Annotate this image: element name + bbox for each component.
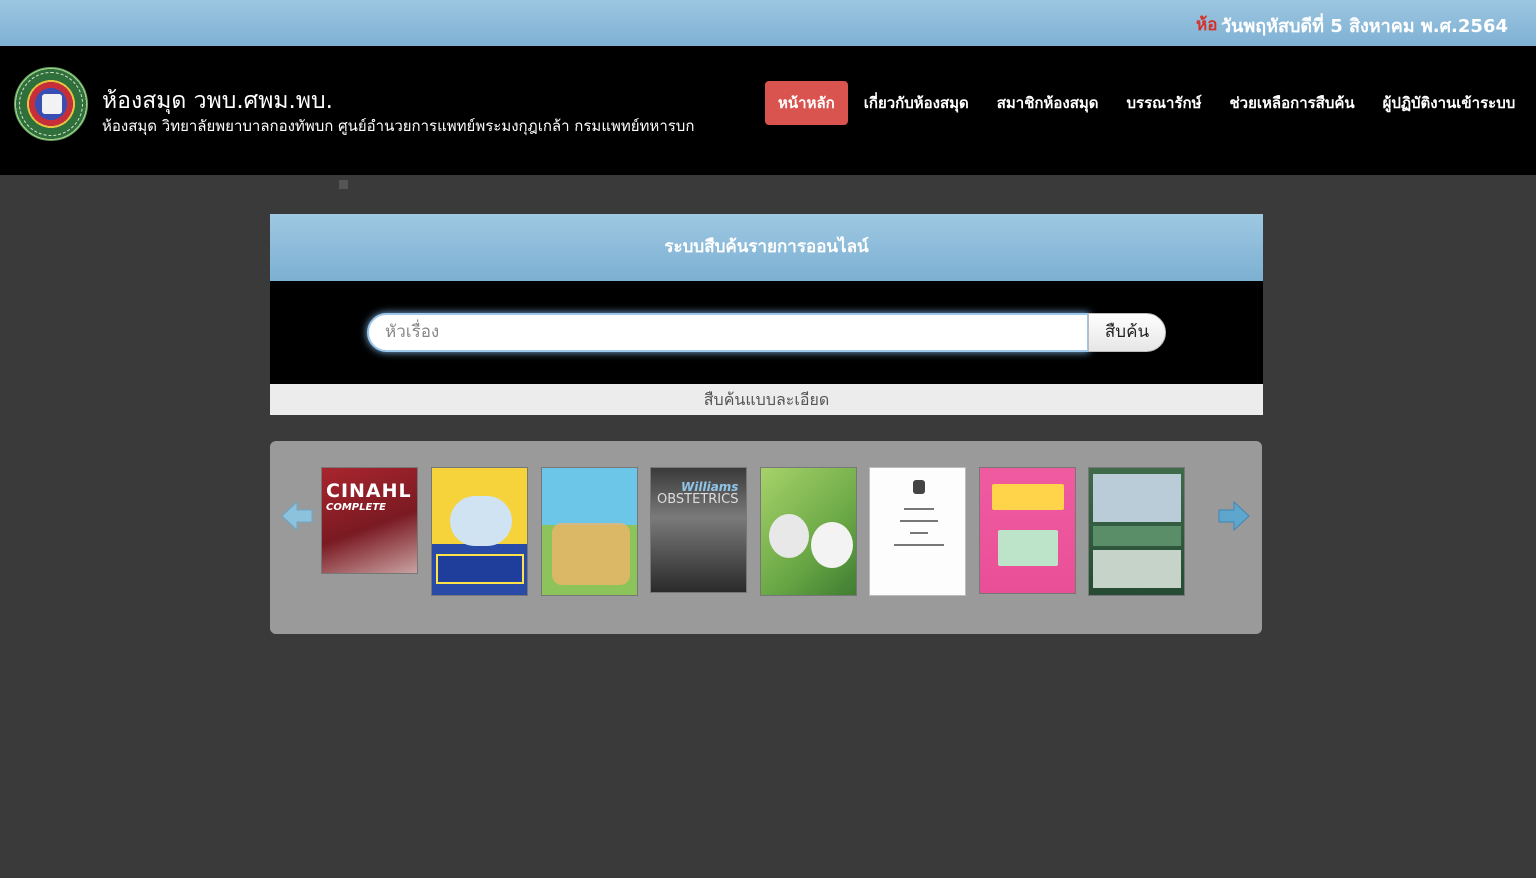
book-cover-yellow[interactable] bbox=[431, 467, 528, 596]
nav-staff-login[interactable]: ผู้ปฏิบัติงานเข้าระบบ bbox=[1369, 81, 1530, 125]
carousel-prev-arrow-icon[interactable] bbox=[281, 501, 313, 531]
carousel-next-arrow-icon[interactable] bbox=[1218, 501, 1250, 531]
book-text-line bbox=[900, 520, 938, 522]
book-cover-williams-obstetrics[interactable]: Williams OBSTETRICS bbox=[650, 467, 747, 593]
site-header: ห้องสมุด วพบ.ศพม.พบ. ห้องสมุด วิทยาลัยพย… bbox=[0, 46, 1536, 175]
book-title-band bbox=[436, 554, 524, 584]
book-cover-green-brain[interactable] bbox=[760, 467, 857, 596]
book-text-line bbox=[904, 508, 934, 510]
book-photo bbox=[1093, 550, 1181, 588]
nav-about[interactable]: เกี่ยวกับห้องสมุด bbox=[850, 81, 983, 125]
book-illustration bbox=[998, 530, 1058, 566]
book-cover-children[interactable] bbox=[541, 467, 638, 596]
search-panel: ระบบสืบค้นรายการออนไลน์ หัวเรื่อง สืบค้น… bbox=[270, 214, 1263, 415]
book-emblem-icon bbox=[913, 480, 925, 494]
nav-librarian[interactable]: บรรณารักษ์ bbox=[1113, 81, 1216, 125]
marquee-text: ห้อ bbox=[1196, 15, 1218, 35]
nav-members[interactable]: สมาชิกห้องสมุด bbox=[983, 81, 1113, 125]
current-date: วันพฤหัสบดีที่ 5 สิงหาคม พ.ศ.2564 bbox=[1220, 16, 1508, 37]
logo-emblem bbox=[42, 94, 62, 114]
book-illustration bbox=[811, 522, 853, 568]
broken-image-icon bbox=[339, 180, 348, 189]
book-cover-cinahl[interactable]: CINAHL COMPLETE bbox=[321, 467, 418, 574]
new-books-carousel: CINAHL COMPLETE Williams OBSTETRICS bbox=[270, 441, 1262, 634]
book-photo bbox=[1093, 474, 1181, 522]
book-cover-nursing[interactable] bbox=[1088, 467, 1185, 596]
library-logo[interactable] bbox=[14, 67, 88, 141]
book-cover-pink-hospital[interactable] bbox=[979, 467, 1076, 594]
book-illustration bbox=[552, 523, 630, 585]
top-bar: ห้อ วันพฤหัสบดีที่ 5 สิงหาคม พ.ศ.2564 bbox=[0, 0, 1536, 46]
book-title-band bbox=[1093, 526, 1181, 546]
search-heading: ระบบสืบค้นรายการออนไลน์ bbox=[270, 214, 1263, 281]
site-subtitle: ห้องสมุด วิทยาลัยพยาบาลกองทัพบก ศูนย์อำน… bbox=[102, 117, 695, 135]
book-illustration bbox=[450, 496, 512, 546]
nav-search-help[interactable]: ช่วยเหลือการสืบค้น bbox=[1216, 81, 1369, 125]
book-cover-subtitle: OBSTETRICS bbox=[657, 492, 739, 507]
book-text-line bbox=[894, 544, 944, 546]
search-input[interactable]: หัวเรื่อง bbox=[367, 313, 1089, 352]
search-button[interactable]: สืบค้น bbox=[1088, 313, 1166, 352]
advanced-search-link[interactable]: สืบค้นแบบละเอียด bbox=[270, 384, 1263, 415]
book-cover-subtitle: COMPLETE bbox=[326, 502, 386, 513]
book-cover-title: CINAHL bbox=[326, 480, 412, 502]
main-nav: หน้าหลัก เกี่ยวกับห้องสมุด สมาชิกห้องสมุ… bbox=[765, 81, 1529, 125]
nav-home[interactable]: หน้าหลัก bbox=[765, 81, 848, 125]
book-illustration bbox=[769, 514, 809, 558]
book-cover-white-document[interactable] bbox=[869, 467, 966, 596]
book-text-line bbox=[910, 532, 928, 534]
book-title-band bbox=[992, 484, 1064, 510]
